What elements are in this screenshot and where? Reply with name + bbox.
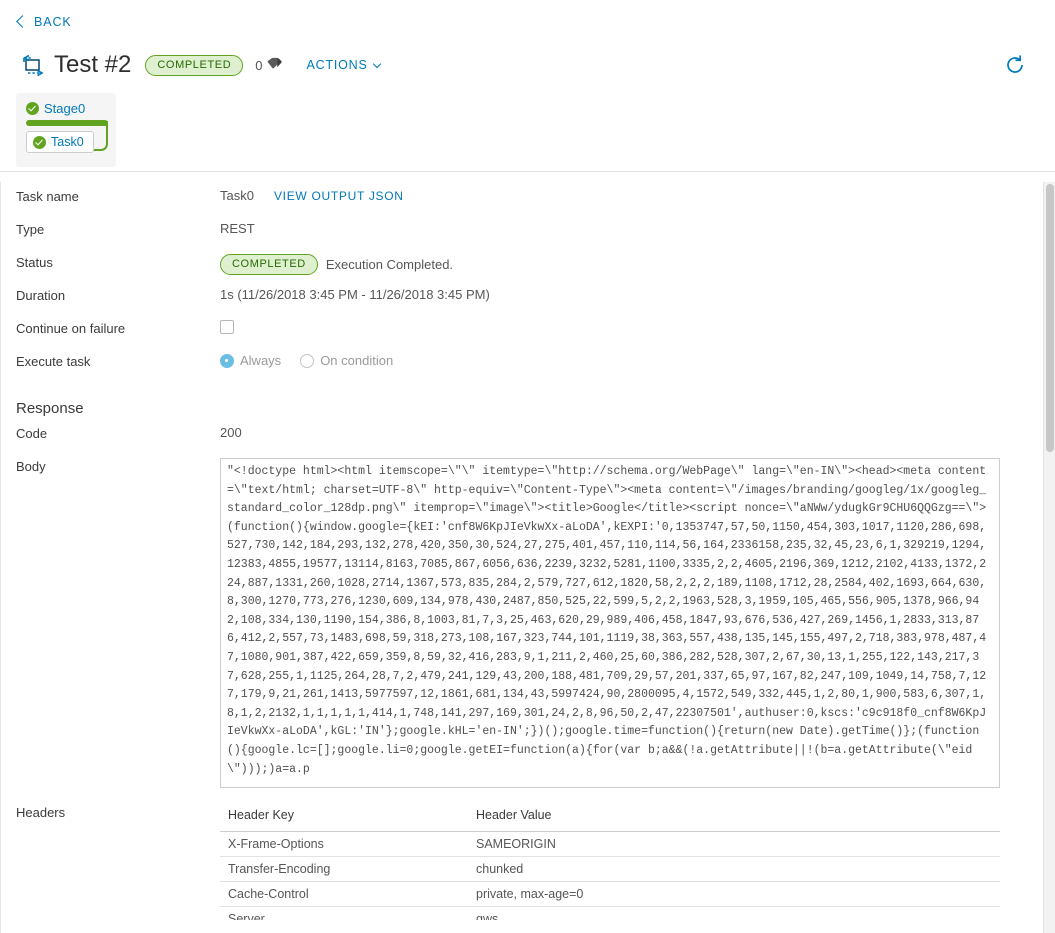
row-execute-task: Execute task Always On condition	[0, 353, 1055, 386]
back-label: BACK	[34, 15, 72, 29]
actions-label: ACTIONS	[306, 58, 368, 72]
header-key-cell: X-Frame-Options	[220, 831, 468, 857]
view-output-json-link[interactable]: VIEW OUTPUT JSON	[274, 189, 404, 203]
task-chip-task0[interactable]: Task0	[26, 131, 94, 153]
label-duration: Duration	[16, 288, 66, 303]
header-col-value: Header Value	[468, 804, 1000, 832]
header-key-cell: Server	[220, 906, 468, 920]
row-status: Status COMPLETED Execution Completed.	[0, 254, 1055, 287]
label-status: Status	[16, 255, 53, 270]
label-execute-task: Execute task	[16, 354, 91, 369]
label-type: Type	[16, 222, 45, 237]
header-value-cell: gws	[468, 906, 1000, 920]
label-headers: Headers	[16, 805, 66, 820]
task-row: Task0	[26, 121, 108, 157]
topbar: BACK	[0, 0, 1055, 41]
continue-on-failure-checkbox[interactable]	[220, 320, 234, 334]
value-type: REST	[220, 221, 255, 236]
tag-icon	[267, 57, 283, 73]
refresh-button[interactable]	[1004, 54, 1026, 76]
page-scrollbar-thumb[interactable]	[1046, 184, 1054, 452]
row-code: Code 200	[0, 425, 1055, 458]
page-header: Test #2 COMPLETED 0 ACTIONS	[0, 41, 1055, 85]
row-type: Type REST	[0, 221, 1055, 254]
check-circle-icon	[26, 102, 39, 115]
header-value-cell: SAMEORIGIN	[468, 831, 1000, 857]
stage-label: Stage0	[44, 101, 86, 116]
headers-table-head-row: Header Key Header Value	[220, 804, 1000, 832]
panel-left-edge	[0, 182, 1, 933]
status-badge-detail: COMPLETED	[220, 254, 318, 275]
response-body-textarea[interactable]: "<!doctype html><html itemscope=\"\" ite…	[220, 458, 1000, 788]
table-row: Cache-Control private, max-age=0	[220, 881, 1000, 907]
value-continue-on-failure	[220, 320, 234, 334]
label-code: Code	[16, 426, 48, 441]
back-button[interactable]: BACK	[16, 15, 72, 29]
row-headers: Headers Header Key Header Value X-Frame-…	[0, 804, 1055, 920]
value-code: 200	[220, 425, 242, 440]
radio-on-condition-label: On condition	[320, 353, 394, 368]
headers-table: Header Key Header Value X-Frame-Options S…	[220, 804, 1000, 920]
label-continue-on-failure: Continue on failure	[16, 321, 126, 336]
tag-count[interactable]: 0	[255, 57, 283, 73]
stage-header[interactable]: Stage0	[26, 101, 108, 116]
task-chip-label: Task0	[51, 135, 84, 149]
status-message: Execution Completed.	[325, 257, 454, 272]
row-duration: Duration 1s (11/26/2018 3:45 PM - 11/26/…	[0, 287, 1055, 320]
pipeline-icon	[18, 50, 48, 80]
header-value-cell: chunked	[468, 856, 1000, 882]
value-duration: 1s (11/26/2018 3:45 PM - 11/26/2018 3:45…	[220, 287, 490, 302]
value-task-name: Task0 VIEW OUTPUT JSON	[220, 188, 404, 203]
tag-count-value: 0	[255, 57, 263, 73]
execute-task-radio-group: Always On condition	[220, 353, 393, 368]
page-title: Test #2	[54, 51, 132, 78]
label-task-name: Task name	[16, 189, 79, 204]
value-execute-task: Always On condition	[220, 353, 393, 368]
check-circle-icon	[33, 135, 46, 149]
value-status: COMPLETED Execution Completed.	[220, 254, 453, 275]
table-row: X-Frame-Options SAMEORIGIN	[220, 831, 1000, 857]
pipeline-graph: Stage0 Task0	[0, 85, 1055, 171]
row-task-name: Task name Task0 VIEW OUTPUT JSON	[0, 188, 1055, 221]
chevron-left-icon	[16, 15, 29, 28]
response-section-heading: Response	[16, 400, 84, 417]
status-badge: COMPLETED	[145, 54, 244, 76]
header-col-key: Header Key	[220, 804, 468, 832]
page-scrollbar[interactable]	[1043, 182, 1055, 933]
stage-box: Stage0 Task0	[16, 93, 116, 167]
headers-table-body: X-Frame-Options SAMEORIGIN Transfer-Encodi…	[220, 831, 1000, 920]
chevron-down-icon	[372, 59, 381, 68]
row-continue-on-failure: Continue on failure	[0, 320, 1055, 353]
radio-on-condition[interactable]	[300, 353, 315, 368]
table-row: Transfer-Encoding chunked	[220, 856, 1000, 882]
radio-always[interactable]	[220, 353, 234, 368]
radio-option-on-condition[interactable]: On condition	[300, 353, 393, 368]
radio-option-always[interactable]: Always	[220, 353, 281, 368]
task-name-value: Task0	[220, 188, 254, 203]
label-body: Body	[16, 459, 46, 474]
header-key-cell: Cache-Control	[220, 881, 468, 907]
row-body: Body "<!doctype html><html itemscope=\"\…	[0, 458, 1055, 788]
radio-always-label: Always	[240, 353, 282, 368]
actions-menu-button[interactable]: ACTIONS	[306, 58, 381, 72]
header-value-cell: private, max-age=0	[468, 881, 1000, 907]
task-detail-panel: Task name Task0 VIEW OUTPUT JSON Type RE…	[0, 172, 1055, 920]
header-key-cell: Transfer-Encoding	[220, 856, 468, 882]
page-root: BACK Test #2 COMPLETED 0 ACTIONS Stage0 …	[0, 0, 1055, 933]
table-row: Server gws	[220, 906, 1000, 920]
